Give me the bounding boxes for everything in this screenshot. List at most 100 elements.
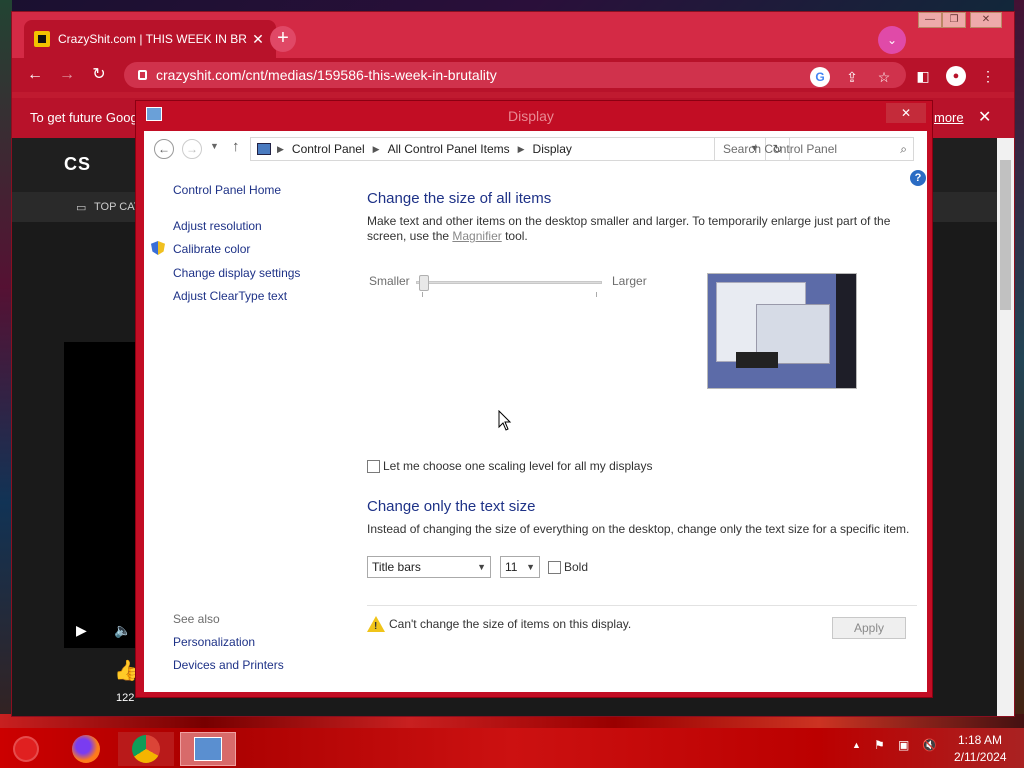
- description-text-size: Instead of changing the size of everythi…: [367, 522, 910, 536]
- volume-icon[interactable]: 🔈: [114, 622, 131, 639]
- size-slider-track[interactable]: [416, 281, 602, 284]
- shield-icon: [151, 241, 165, 255]
- warning-mark: !: [374, 621, 378, 632]
- browser-tab[interactable]: CrazyShit.com | THIS WEEK IN BR ✕: [24, 20, 276, 58]
- control-panel-home-link[interactable]: Control Panel Home: [173, 183, 281, 197]
- info-bar-more-link[interactable]: more: [934, 98, 964, 138]
- display-preview-image: [707, 273, 857, 389]
- reload-icon[interactable]: ↻: [88, 64, 110, 86]
- heading-text-size: Change only the text size: [367, 498, 536, 515]
- item-select[interactable]: Title bars ▼: [367, 556, 491, 578]
- clock-time[interactable]: 1:18 AM: [958, 733, 1002, 747]
- desktop-wallpaper-right: [1014, 0, 1024, 718]
- breadcrumb[interactable]: ▶ Control Panel ▶ All Control Panel Item…: [250, 137, 790, 161]
- action-center-flag-icon[interactable]: ⚑: [874, 738, 885, 752]
- tab-close-icon[interactable]: ✕: [250, 31, 266, 48]
- description-text: screen, use the: [367, 229, 453, 243]
- change-display-settings-link[interactable]: Change display settings: [173, 266, 300, 280]
- window-titlebar[interactable]: Display ✕: [136, 101, 934, 131]
- divider: [367, 605, 917, 606]
- tab-strip: CrazyShit.com | THIS WEEK IN BR ✕ + ⌄ — …: [12, 12, 1014, 58]
- side-panel-icon[interactable]: ◧: [913, 66, 933, 86]
- scaling-level-label[interactable]: Let me choose one scaling level for all …: [383, 459, 652, 474]
- start-button[interactable]: [0, 732, 52, 766]
- font-size-select[interactable]: 11 ▼: [500, 556, 540, 578]
- chevron-down-icon: ▼: [526, 562, 535, 572]
- size-slider-thumb[interactable]: [419, 275, 429, 291]
- browser-close-icon[interactable]: ✕: [970, 12, 1002, 28]
- network-icon[interactable]: ▣: [898, 738, 909, 752]
- scaling-level-checkbox[interactable]: [367, 460, 380, 473]
- up-arrow-icon[interactable]: ↑: [232, 138, 240, 155]
- new-tab-button[interactable]: +: [270, 26, 296, 52]
- item-select-value: Title bars: [372, 560, 421, 574]
- breadcrumb-chevron-icon: ▶: [277, 143, 284, 154]
- window-close-button[interactable]: ✕: [886, 103, 926, 123]
- control-panel-icon: [257, 143, 271, 155]
- window-content: ← → ▼ ↑ ▶ Control Panel ▶ All Control Pa…: [144, 131, 927, 692]
- tab-search-button[interactable]: ⌄: [878, 26, 906, 54]
- breadcrumb-control-panel[interactable]: Control Panel: [292, 142, 365, 156]
- preview-taskbar: [736, 352, 778, 368]
- breadcrumb-all-items[interactable]: All Control Panel Items: [388, 142, 510, 156]
- address-bar[interactable]: crazyshit.com/cnt/medias/159586-this-wee…: [124, 62, 906, 88]
- chrome-icon: [132, 735, 160, 763]
- search-icon: ⌕: [900, 142, 907, 156]
- search-input[interactable]: Search Control Panel ⌕: [714, 137, 914, 161]
- minimize-icon[interactable]: —: [918, 12, 942, 28]
- personalization-link[interactable]: Personalization: [173, 635, 255, 649]
- back-arrow-icon[interactable]: ←: [154, 139, 174, 159]
- description-change-size: Make text and other items on the desktop…: [367, 214, 917, 244]
- slider-min-label: Smaller: [369, 274, 410, 288]
- google-lens-icon[interactable]: G: [810, 67, 830, 87]
- recent-locations-icon[interactable]: ▼: [210, 141, 219, 151]
- heading-change-size: Change the size of all items: [367, 190, 552, 207]
- profile-avatar-icon[interactable]: ●: [946, 66, 966, 86]
- description-text: tool.: [501, 229, 528, 243]
- slider-tick: [596, 292, 597, 297]
- firefox-icon: [72, 735, 100, 763]
- restore-icon[interactable]: ❐: [942, 12, 966, 28]
- start-icon: [13, 736, 39, 762]
- site-nav-item[interactable]: TOP CAT: [94, 201, 140, 213]
- page-scrollbar[interactable]: [997, 138, 1014, 716]
- bold-checkbox[interactable]: [548, 561, 561, 574]
- calibrate-color-link[interactable]: Calibrate color: [173, 242, 250, 256]
- bold-label[interactable]: Bold: [564, 560, 588, 575]
- clock-date[interactable]: 2/11/2024: [954, 750, 1007, 764]
- bookmark-star-icon[interactable]: ☆: [874, 67, 894, 87]
- breadcrumb-chevron-icon: ▶: [517, 143, 525, 154]
- search-placeholder: Search Control Panel: [723, 142, 838, 156]
- scrollbar-thumb[interactable]: [1000, 160, 1011, 310]
- browser-menu-icon[interactable]: ⋮: [978, 66, 998, 86]
- slider-tick: [422, 292, 423, 297]
- play-icon[interactable]: ▶: [76, 622, 87, 639]
- share-icon[interactable]: ⇪: [842, 67, 862, 87]
- chrome-taskbar-button[interactable]: [118, 732, 174, 766]
- font-size-value: 11: [505, 560, 518, 574]
- back-icon[interactable]: ←: [24, 64, 46, 86]
- display-app-icon: [146, 107, 162, 121]
- taskbar: ▲ ⚑ ▣ 🔇 1:18 AM 2/11/2024: [0, 728, 1024, 768]
- see-also-label: See also: [173, 612, 220, 626]
- like-count: 122: [116, 692, 135, 704]
- firefox-taskbar-button[interactable]: [58, 732, 114, 766]
- mouse-cursor-icon: [498, 410, 512, 431]
- apply-button[interactable]: Apply: [832, 617, 906, 639]
- forward-arrow-icon[interactable]: →: [182, 139, 202, 159]
- site-logo[interactable]: CS: [64, 154, 91, 175]
- video-player[interactable]: [64, 342, 144, 648]
- show-hidden-icons-icon[interactable]: ▲: [852, 740, 861, 750]
- info-bar-close-icon[interactable]: ✕: [978, 98, 991, 138]
- volume-muted-icon[interactable]: 🔇: [922, 738, 937, 752]
- forward-icon[interactable]: →: [56, 64, 78, 86]
- help-icon[interactable]: ?: [910, 170, 926, 186]
- breadcrumb-chevron-icon: ▶: [372, 143, 380, 154]
- devices-and-printers-link[interactable]: Devices and Printers: [173, 658, 284, 672]
- magnifier-link[interactable]: Magnifier: [452, 229, 501, 243]
- control-panel-taskbar-button[interactable]: [180, 732, 236, 766]
- desktop-wallpaper-left: [0, 0, 12, 718]
- adjust-cleartype-link[interactable]: Adjust ClearType text: [173, 289, 287, 303]
- breadcrumb-display[interactable]: Display: [533, 142, 572, 156]
- adjust-resolution-link[interactable]: Adjust resolution: [173, 219, 262, 233]
